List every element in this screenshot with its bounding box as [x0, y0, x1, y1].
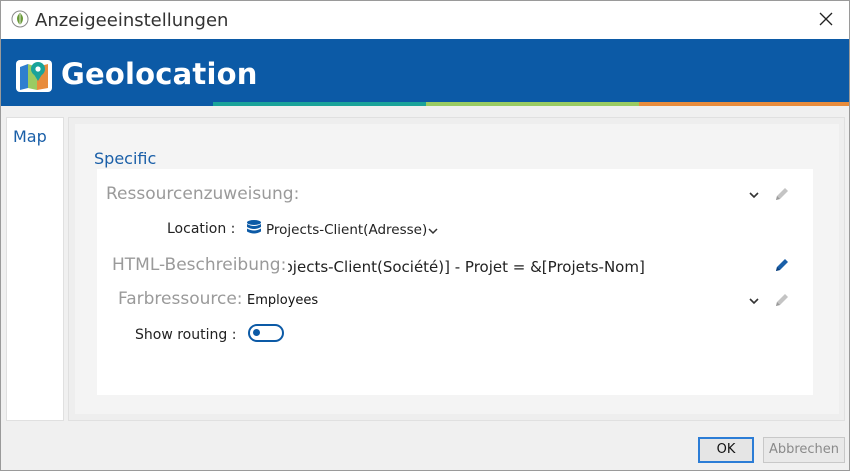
brand-banner: Geolocation [1, 39, 849, 106]
ok-button[interactable]: OK [698, 437, 754, 463]
pencil-icon[interactable] [773, 291, 791, 309]
show-routing-label: Show routing : [135, 327, 237, 343]
settings-inner: Specific Ressourcenzuweisung: Location : [75, 124, 839, 414]
nav-item-map[interactable]: Map [13, 127, 47, 146]
banner-stripe-green [426, 102, 639, 106]
database-icon [247, 220, 261, 234]
close-icon[interactable] [815, 8, 837, 30]
toggle-knob [253, 329, 260, 336]
html-description-value: Projects-Client(Société)] - Projet = &[P… [284, 258, 645, 276]
map-pin-logo-icon [16, 60, 52, 92]
banner-stripe-blue [1, 102, 213, 106]
title-bar: Anzeigeeinstellungen [1, 1, 849, 39]
settings-card: Ressourcenzuweisung: Location : Projects… [97, 169, 813, 395]
html-description-field[interactable]: Projects-Client(Société)] - Projet = &[P… [284, 256, 754, 278]
banner-stripe-teal [213, 102, 426, 106]
resource-assignment-label: Ressourcenzuweisung: [106, 184, 300, 204]
window-title: Anzeigeeinstellungen [35, 10, 229, 31]
cancel-button[interactable]: Abbrechen [763, 437, 845, 463]
side-nav: Map [6, 117, 64, 421]
banner-stripe-orange [639, 102, 849, 106]
pencil-icon[interactable] [773, 256, 791, 274]
leaf-icon [11, 10, 29, 28]
show-routing-toggle[interactable] [248, 324, 284, 342]
color-resource-value[interactable]: Employees [247, 293, 318, 308]
html-description-label: HTML-Beschreibung: [112, 255, 289, 275]
brand-title: Geolocation [61, 57, 258, 91]
chevron-down-icon[interactable] [748, 295, 760, 307]
chevron-down-icon[interactable] [748, 189, 760, 201]
location-label: Location : [167, 221, 236, 237]
pencil-icon[interactable] [773, 185, 791, 203]
settings-panel: Specific Ressourcenzuweisung: Location : [68, 117, 845, 421]
dialog-window: Anzeigeeinstellungen Geolocation Map Spe… [0, 0, 850, 471]
chevron-down-icon[interactable] [427, 225, 439, 237]
location-value[interactable]: Projects-Client(Adresse) [266, 222, 427, 238]
section-title: Specific [94, 149, 157, 168]
color-resource-label: Farbressource: [118, 289, 243, 309]
